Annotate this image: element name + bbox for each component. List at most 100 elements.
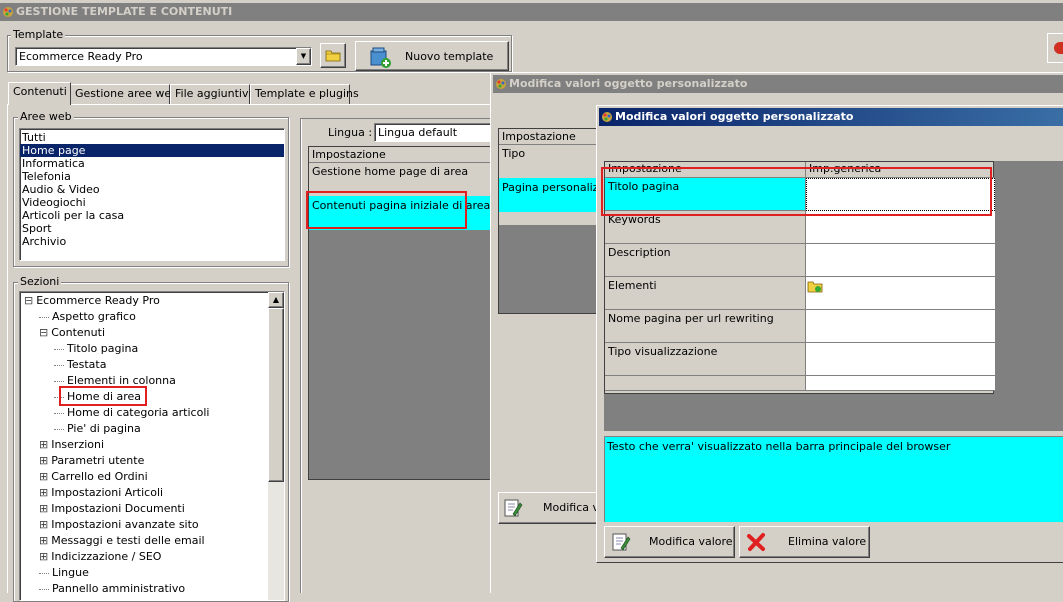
main-title: GESTIONE TEMPLATE E CONTENUTI — [16, 5, 233, 18]
elimina-valore-button[interactable]: Elimina valore — [739, 526, 870, 558]
sezioni-tree[interactable]: ▲ ⊟ Ecommerce Ready Pro Aspetto grafico ⊟ Co… — [19, 291, 285, 601]
tree-node[interactable]: ⊞ Impostazioni Articoli — [39, 485, 163, 501]
tree-node[interactable]: ⊞ Carrello ed Ordini — [39, 469, 148, 485]
aree-web-list[interactable]: Tutti Home page Informatica Telefonia Audio … — [19, 128, 285, 261]
tree-node-label: Messaggi e testi delle email — [51, 534, 205, 547]
template-select[interactable]: Ecommerce Ready Pro ▼ — [15, 47, 312, 66]
dialog-2-title-bar: Modifica valori oggetto personalizzato — [599, 108, 1063, 126]
tree-node[interactable]: Titolo pagina — [54, 341, 138, 357]
tree-node[interactable]: ⊟ Contenuti — [39, 325, 105, 341]
dialog-2-description: Testo che verra' visualizzato nella barr… — [604, 436, 1063, 522]
tree-node-label: Home di categoria articoli — [67, 406, 210, 419]
expand-icon[interactable]: ⊞ — [39, 486, 48, 499]
dialog-2-row-value[interactable] — [806, 277, 995, 310]
tree-node[interactable]: Home di categoria articoli — [54, 405, 209, 421]
tree-node[interactable]: ⊟ Ecommerce Ready Pro — [24, 293, 160, 309]
highlight-titolo-pagina-row — [601, 167, 992, 216]
scroll-up-icon[interactable]: ▲ — [268, 292, 284, 308]
aree-web-item[interactable]: Informatica — [20, 157, 284, 170]
dialog-2-row-label[interactable]: Tipo visualizzazione — [605, 343, 806, 376]
dialog-1-row-pagina[interactable]: Pagina personalizza — [499, 178, 609, 212]
nuovo-template-label: Nuovo template — [405, 50, 494, 63]
tree-node-label: Parametri utente — [51, 454, 145, 467]
expand-icon[interactable]: ⊞ — [39, 502, 48, 515]
tab-file-aggiuntivi[interactable]: File aggiuntivi — [170, 84, 252, 104]
main-title-bar: GESTIONE TEMPLATE E CONTENUTI — [0, 3, 1063, 21]
tree-node[interactable]: Pie' di pagina — [54, 421, 141, 437]
tree-connector — [54, 412, 64, 414]
dialog-2-row-value[interactable] — [806, 376, 995, 391]
dropdown-arrow-icon[interactable]: ▼ — [296, 48, 311, 65]
folder-icon — [325, 50, 341, 62]
aree-web-item[interactable]: Archivio — [20, 235, 284, 248]
lingua-select[interactable]: Lingua default — [374, 123, 504, 142]
tree-node[interactable]: Testata — [54, 357, 106, 373]
dialog-1-grid[interactable]: Impostazione Tipo Pagina personalizza — [498, 128, 609, 314]
tab-template-e-plugins[interactable]: Template e plugins — [250, 84, 359, 104]
tree-connector — [54, 428, 64, 430]
tree-node-label: Inserzioni — [51, 438, 105, 451]
expand-icon[interactable]: ⊞ — [39, 470, 48, 483]
collapse-icon[interactable]: ⊟ — [24, 294, 33, 307]
tab-contenuti[interactable]: Contenuti — [8, 82, 71, 105]
tree-node-label: Pie' di pagina — [67, 422, 141, 435]
tab-strip: Contenuti Gestione aree web File aggiunt… — [7, 82, 427, 106]
edit-icon — [504, 499, 523, 517]
tree-connector — [39, 572, 49, 574]
tree-node-label: Aspetto grafico — [52, 310, 136, 323]
highlight-home-di-area — [59, 386, 147, 406]
tree-node-label: Carrello ed Ordini — [51, 470, 148, 483]
tree-scrollbar[interactable]: ▲ — [268, 292, 284, 600]
aree-web-item[interactable]: Telefonia — [20, 170, 284, 183]
dialog-1-modifica-button[interactable]: Modifica va — [498, 492, 610, 524]
tree-node[interactable]: Lingue — [39, 565, 89, 581]
dialog-1-title-bar: Modifica valori oggetto personalizzato — [493, 75, 1063, 93]
dialog-2-row-label[interactable] — [605, 376, 806, 391]
main-grid-header: Impostazione — [309, 147, 499, 163]
aree-web-item[interactable]: Videogiochi — [20, 196, 284, 209]
expand-icon[interactable]: ⊞ — [39, 518, 48, 531]
dialog-1-grid-header: Impostazione — [499, 129, 609, 145]
sezioni-label: Sezioni — [18, 275, 62, 288]
aree-web-item[interactable]: Sport — [20, 222, 284, 235]
tree-connector — [54, 380, 64, 382]
tree-node[interactable]: ⊞ Inserzioni — [39, 437, 104, 453]
dialog-1-row-tipo[interactable]: Tipo — [499, 145, 609, 178]
tree-node[interactable]: ⊞ Messaggi e testi delle email — [39, 533, 205, 549]
modifica-valore-button[interactable]: Modifica valore — [604, 526, 735, 558]
dialog-2-row-label[interactable]: Elementi — [605, 277, 806, 310]
aree-web-item[interactable]: Articoli per la casa — [20, 209, 284, 222]
aree-web-item[interactable]: Tutti — [20, 131, 284, 144]
aree-web-item[interactable]: Audio & Video — [20, 183, 284, 196]
aree-web-item[interactable]: Home page — [20, 144, 284, 157]
dialog-1-icon — [496, 79, 506, 89]
expand-icon[interactable]: ⊞ — [39, 534, 48, 547]
new-template-icon — [370, 47, 391, 68]
tree-node[interactable]: Pannello amministrativo — [39, 581, 185, 597]
dialog-2-row-value[interactable] — [806, 343, 995, 376]
dialog-2-row-label[interactable]: Nome pagina per url rewriting — [605, 310, 806, 343]
open-folder-button[interactable] — [320, 43, 346, 68]
tree-node[interactable]: ⊞ Impostazioni avanzate sito — [39, 517, 199, 533]
close-app-icon[interactable] — [1047, 33, 1063, 63]
expand-icon[interactable]: ⊞ — [39, 438, 48, 451]
tree-node-label: Impostazioni avanzate sito — [51, 518, 199, 531]
tab-gestione-aree-web[interactable]: Gestione aree web — [70, 84, 178, 104]
tree-node[interactable]: ⊞ Indicizzazione / SEO — [39, 549, 161, 565]
tree-node[interactable]: Aspetto grafico — [39, 309, 136, 325]
tree-node-label: Impostazioni Documenti — [51, 502, 185, 515]
highlight-contenuti-pagina — [306, 191, 467, 229]
expand-icon[interactable]: ⊞ — [39, 454, 48, 467]
tree-node[interactable]: ⊞ Parametri utente — [39, 453, 144, 469]
folder-icon[interactable] — [807, 279, 823, 293]
edit-icon — [612, 533, 631, 551]
dialog-2-row-label[interactable]: Description — [605, 244, 806, 277]
dialog-2-row-value[interactable] — [806, 244, 995, 277]
tree-node-label: Ecommerce Ready Pro — [36, 294, 160, 307]
scroll-thumb[interactable] — [268, 308, 284, 482]
tree-node[interactable]: ⊞ Impostazioni Documenti — [39, 501, 185, 517]
expand-icon[interactable]: ⊞ — [39, 550, 48, 563]
collapse-icon[interactable]: ⊟ — [39, 326, 48, 339]
dialog-2-row-value[interactable] — [806, 310, 995, 343]
nuovo-template-button[interactable]: Nuovo template — [355, 41, 509, 71]
